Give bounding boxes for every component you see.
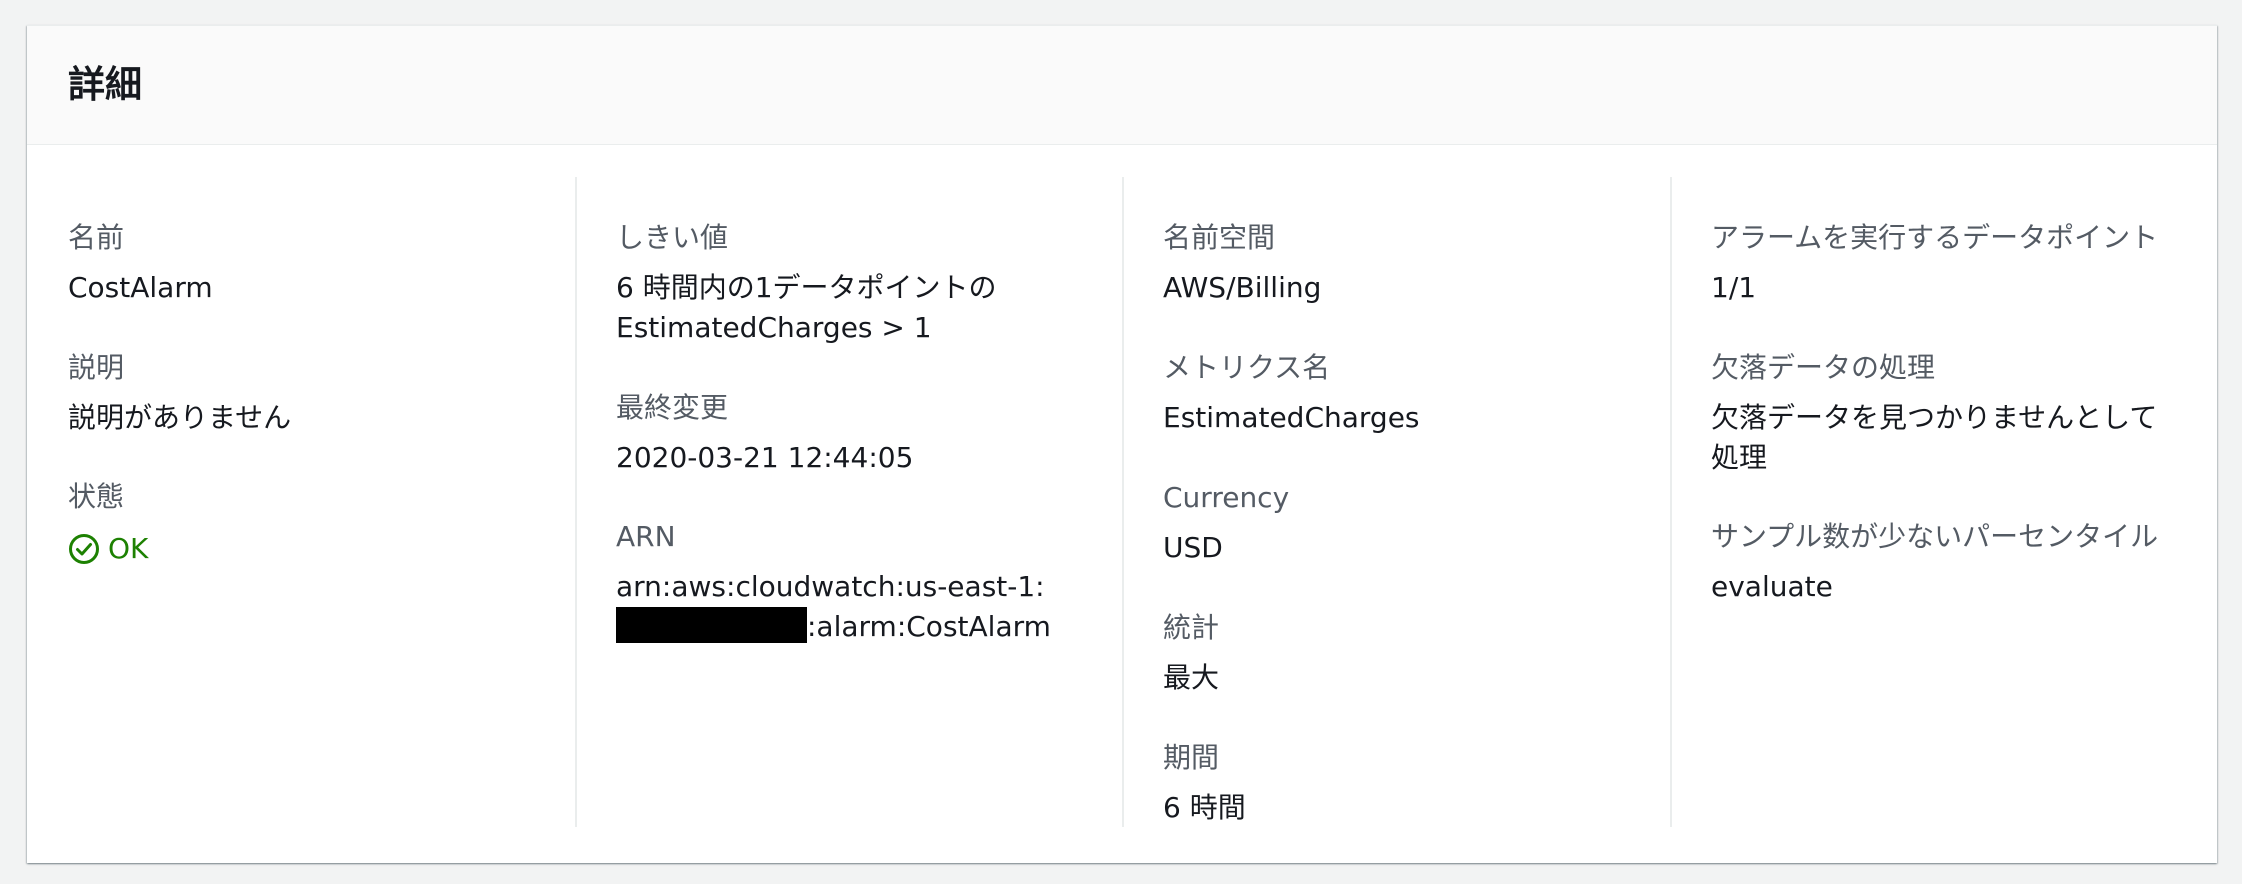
arn-suffix: :alarm:CostAlarm [807, 610, 1051, 643]
panel-header: 詳細 [27, 26, 2217, 145]
missing-data-field: 欠落データの処理 欠落データを見つかりませんとして処理 [1711, 348, 2181, 478]
datapoints-label: アラームを実行するデータポイント [1711, 221, 2159, 254]
threshold-value-line1: 6 時間内の1データポイントの [616, 271, 997, 304]
description-label: 説明 [68, 351, 125, 384]
namespace-value: AWS/Billing [1163, 271, 1322, 304]
redacted-account-id [616, 607, 807, 643]
name-value: CostAlarm [68, 271, 213, 304]
missing-data-value: 欠落データを見つかりませんとして処理 [1711, 401, 2158, 474]
arn-prefix: arn:aws:cloudwatch:us-east-1: [616, 570, 1045, 603]
state-field: 状態 OK [68, 477, 148, 569]
name-label: 名前 [68, 221, 125, 254]
last-change-field: 最終変更 2020-03-21 12:44:05 [616, 388, 913, 478]
arn-label: ARN [616, 520, 676, 553]
details-panel: 詳細 名前 CostAlarm 説明 説明がありません 状態 OK しきい値 6… [27, 25, 2217, 863]
datapoints-field: アラームを実行するデータポイント 1/1 [1711, 218, 2158, 308]
details-columns: 名前 CostAlarm 説明 説明がありません 状態 OK しきい値 6 時間… [27, 145, 2217, 864]
description-field: 説明 説明がありません [68, 348, 291, 438]
column-metric: 名前空間 AWS/Billing メトリクス名 EstimatedCharges… [1122, 145, 1670, 864]
currency-field: Currency USD [1163, 478, 1289, 568]
threshold-label: しきい値 [616, 221, 729, 254]
percentile-field: サンプル数が少ないパーセンタイル evaluate [1711, 517, 2158, 607]
arn-value: arn:aws:cloudwatch:us-east-1::alarm:Cost… [616, 567, 1086, 647]
metric-name-label: メトリクス名 [1163, 351, 1331, 384]
currency-label: Currency [1163, 481, 1290, 514]
datapoints-value: 1/1 [1711, 271, 1757, 304]
metric-name-value: EstimatedCharges [1163, 401, 1420, 434]
threshold-value-line2: EstimatedCharges > 1 [616, 311, 932, 344]
column-threshold: しきい値 6 時間内の1データポイントの EstimatedCharges > … [575, 145, 1122, 864]
name-field: 名前 CostAlarm [68, 218, 213, 308]
statistic-value: 最大 [1163, 661, 1220, 694]
status-badge: OK [68, 529, 148, 569]
percentile-label: サンプル数が少ないパーセンタイル [1711, 520, 2159, 553]
check-circle-icon [69, 534, 99, 564]
state-value: OK [108, 532, 149, 565]
percentile-value: evaluate [1711, 570, 1833, 603]
state-label: 状態 [68, 480, 125, 513]
column-general: 名前 CostAlarm 説明 説明がありません 状態 OK [27, 145, 575, 864]
last-change-value: 2020-03-21 12:44:05 [616, 441, 914, 474]
arn-field: ARN arn:aws:cloudwatch:us-east-1::alarm:… [616, 517, 1086, 647]
statistic-field: 統計 最大 [1163, 608, 1219, 698]
period-label: 期間 [1163, 741, 1220, 774]
missing-data-label: 欠落データの処理 [1711, 351, 1936, 384]
last-change-label: 最終変更 [616, 391, 729, 424]
metric-name-field: メトリクス名 EstimatedCharges [1163, 348, 1420, 438]
namespace-field: 名前空間 AWS/Billing [1163, 218, 1321, 308]
description-value: 説明がありません [68, 401, 292, 434]
panel-title: 詳細 [68, 63, 142, 106]
column-evaluation: アラームを実行するデータポイント 1/1 欠落データの処理 欠落データを見つかり… [1670, 145, 2217, 864]
period-field: 期間 6 時間 [1163, 738, 1246, 828]
currency-value: USD [1163, 531, 1223, 564]
period-value: 6 時間 [1163, 791, 1246, 824]
namespace-label: 名前空間 [1163, 221, 1276, 254]
statistic-label: 統計 [1163, 611, 1220, 644]
threshold-field: しきい値 6 時間内の1データポイントの EstimatedCharges > … [616, 218, 997, 348]
